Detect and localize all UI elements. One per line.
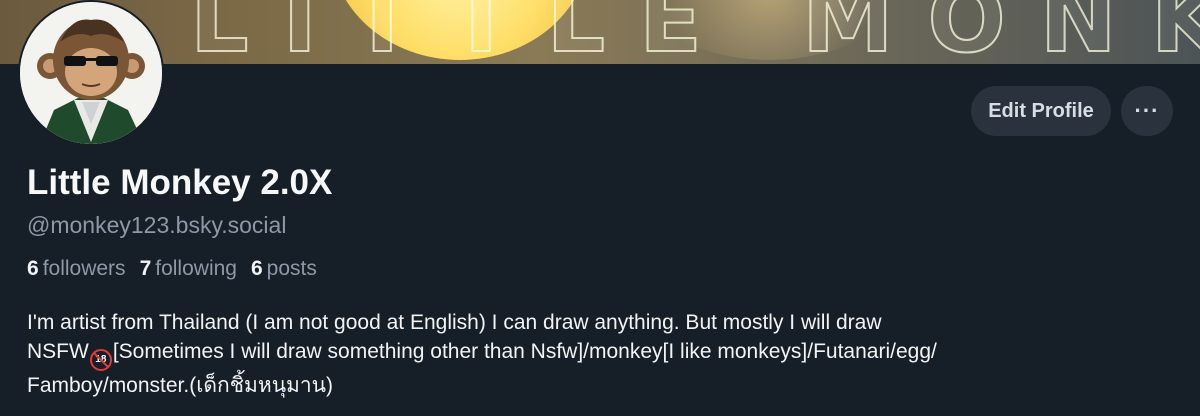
followers-stat[interactable]: 6 followers (27, 257, 126, 281)
profile-stats: 6 followers 7 following 6 posts (27, 257, 317, 281)
bio-line-1: I'm artist from Thailand (I am not good … (27, 311, 882, 334)
profile-handle: @monkey123.bsky.social (27, 212, 287, 238)
following-stat[interactable]: 7 following (140, 257, 237, 281)
followers-count: 6 (27, 257, 39, 280)
posts-count: 6 (250, 257, 263, 280)
monkey-avatar-illustration (20, 2, 162, 144)
followers-label: followers (42, 257, 126, 280)
edit-profile-button[interactable]: Edit Profile (971, 86, 1111, 136)
bio-nsfw-text: NSFW (27, 340, 89, 363)
profile-bio: I'm artist from Thailand (I am not good … (27, 308, 1177, 400)
following-label: following (155, 257, 237, 280)
posts-stat: 6 posts (251, 257, 317, 281)
following-count: 7 (139, 257, 152, 280)
profile-banner[interactable]: LITTLE MONKEY (0, 0, 1200, 64)
avatar-image (20, 2, 162, 144)
more-options-button[interactable]: ··· (1121, 86, 1173, 136)
no-under-18-icon: 18 (89, 349, 112, 371)
ellipsis-icon: ··· (1134, 98, 1160, 123)
bio-line-2-text: [Sometimes I will draw something other t… (112, 340, 937, 363)
banner-text: LITTLE MONKEY (189, 0, 1200, 64)
avatar[interactable] (18, 0, 164, 146)
bio-line-3: Famboy/monster.(เด็กชิ้มหนุมาน) (27, 374, 334, 397)
posts-label: posts (266, 257, 317, 280)
display-name: Little Monkey 2.0X (27, 163, 333, 202)
bio-line-2: NSFW 18 [Sometimes I will draw something o… (27, 337, 1177, 371)
